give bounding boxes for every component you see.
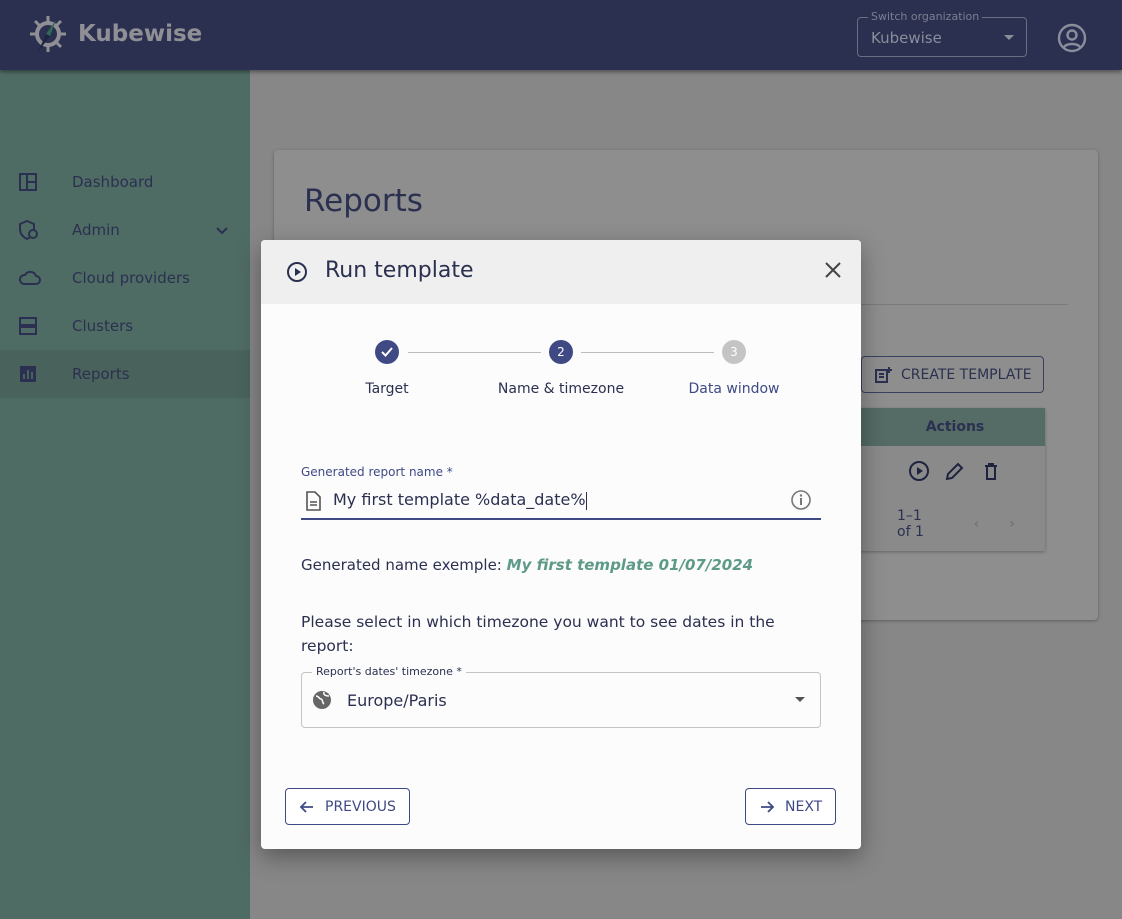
logo[interactable]: Kubewise [26,12,202,56]
example-value: My first template 01/07/2024 [506,556,754,574]
sidebar: Dashboard Admin Cloud providers Clusters… [0,70,250,919]
step-name-timezone: 2 Name & timezone [481,340,641,397]
check-icon [375,340,399,364]
timezone-select[interactable]: Report's dates' timezone * Europe/Paris [301,665,821,728]
previous-label: PREVIOUS [325,798,396,815]
sidebar-item-clusters[interactable]: Clusters [0,302,250,350]
run-icon[interactable] [908,460,930,482]
step-target: Target [307,340,467,397]
step-number: 3 [722,340,746,364]
sidebar-item-label: Dashboard [72,173,154,191]
run-template-dialog: Run template Target 2 Name & timezone 3 Da… [261,240,861,849]
pagination: 1–1 of 1 ‹› [860,496,1045,551]
play-circle-icon [287,262,307,282]
sidebar-item-cloud-providers[interactable]: Cloud providers [0,254,250,302]
globe-icon [313,691,331,709]
caret-down-icon [1004,35,1014,45]
timezone-prompt: Please select in which timezone you want… [301,613,775,655]
create-template-button[interactable]: CREATE TEMPLATE [861,356,1044,393]
step-label: Data window [688,381,780,397]
admin-icon [19,219,38,241]
account-icon[interactable] [1057,23,1087,53]
step-number: 2 [549,340,573,364]
delete-icon[interactable] [980,460,1002,482]
dashboard-icon [19,173,37,191]
cloud-icon [18,270,41,285]
sidebar-item-label: Clusters [72,317,134,335]
dialog-header: Run template [261,240,861,304]
step-data-window: 3 Data window [654,340,814,397]
top-bar: Kubewise Switch organization Kubewise [0,0,1122,70]
document-icon [306,491,321,511]
clusters-icon [19,317,37,335]
report-name-input[interactable]: My first template %data_date% [301,485,821,520]
info-icon[interactable] [790,489,812,511]
create-template-label: CREATE TEMPLATE [901,366,1032,383]
page-title: Reports [304,183,423,219]
sidebar-item-label: Reports [72,365,130,383]
organization-label: Switch organization [868,10,983,23]
organization-value: Kubewise [871,29,942,47]
page-nav-icons[interactable]: ‹› [974,516,1045,532]
generated-name-example: Generated name exemple: My first templat… [301,556,753,574]
organization-select[interactable]: Switch organization Kubewise [857,10,1027,57]
sidebar-item-admin[interactable]: Admin [0,206,250,254]
timezone-label: Report's dates' timezone * [312,665,466,678]
table-row [860,446,1045,496]
edit-icon[interactable] [944,460,966,482]
example-prefix: Generated name exemple: [301,556,502,574]
dialog-title: Run template [325,258,474,283]
add-document-icon [875,366,892,383]
next-label: NEXT [785,798,823,815]
sidebar-item-label: Admin [72,221,120,239]
arrow-right-icon [761,800,775,813]
step-label: Target [365,381,409,397]
sidebar-item-dashboard[interactable]: Dashboard [0,158,250,206]
next-button[interactable]: NEXT [745,788,837,825]
reports-icon [20,366,36,382]
compass-logo-icon [30,16,66,52]
chevron-down-icon[interactable] [214,222,230,238]
sidebar-item-label: Cloud providers [72,269,190,287]
previous-button[interactable]: PREVIOUS [285,788,410,825]
caret-down-icon [795,697,805,707]
close-icon[interactable] [823,260,843,280]
report-name-value: My first template %data_date% [333,490,586,509]
templates-table: Actions 1–1 of 1 ‹› [860,408,1045,551]
report-name-label: Generated report name * [301,465,453,479]
step-label: Name & timezone [497,381,625,397]
actions-header: Actions [860,408,1045,446]
timezone-value: Europe/Paris [347,691,447,710]
pagination-text: 1–1 of 1 [897,507,924,540]
arrow-left-icon [299,800,313,813]
sidebar-item-reports[interactable]: Reports [0,350,250,398]
app-name: Kubewise [78,21,203,47]
